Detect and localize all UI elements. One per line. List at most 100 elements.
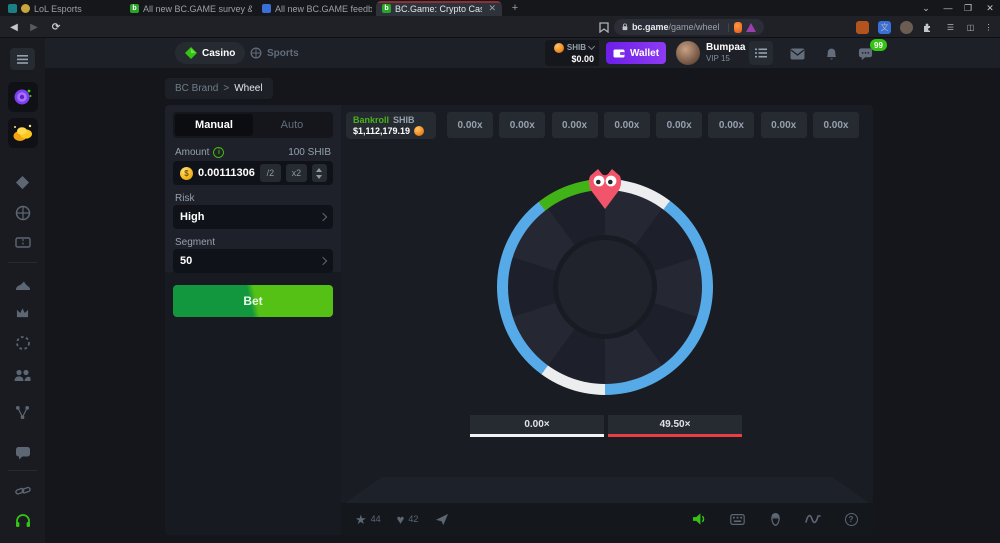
multiplier-chip[interactable]: 0.00x [552,112,598,138]
sidebar-item-support[interactable] [14,512,31,529]
extension-icon-2[interactable] [900,21,913,34]
info-icon[interactable]: i [213,147,224,158]
segment-select[interactable]: 50 [173,249,333,273]
ticket-icon [15,236,31,249]
help-button[interactable]: ? [843,511,859,527]
sidebar-item-referral[interactable] [14,404,31,421]
breadcrumb[interactable]: BC Brand > Wheel [165,78,273,99]
browser-tab-lol-esports[interactable]: LoL Esports [2,1,120,16]
sidebar-coin-drop-button[interactable] [8,118,38,148]
amount-stepper[interactable] [312,164,327,182]
reload-icon[interactable]: ⟳ [48,19,64,35]
breadcrumb-section[interactable]: BC Brand [175,83,218,94]
likes-stat[interactable]: ♥ 42 [397,513,419,526]
hotkeys-button[interactable] [729,511,745,527]
amount-input[interactable]: 0.00111306 [198,167,255,179]
heart-icon[interactable]: ♥ [397,513,405,526]
multiplier-chip[interactable]: 0.00x [761,112,807,138]
users-icon [14,368,31,382]
window-menu-icon[interactable]: ⌄ [916,0,936,16]
multiplier-chip[interactable]: 0.00x [604,112,650,138]
divider: | [727,22,729,32]
window-minimize-button[interactable]: — [938,0,958,16]
multiplier-chip[interactable]: 0.00x [447,112,493,138]
inbox-button[interactable] [789,45,806,62]
chevron-down-icon [588,43,595,50]
back-icon[interactable]: ◀ [6,19,22,35]
multiplier-chip[interactable]: 0.00x [656,112,702,138]
live-stats-button[interactable] [805,511,821,527]
game-footer: ★ 44 ♥ 42 [341,503,873,535]
bankroll-label: Bankroll [353,115,389,125]
reading-list-icon[interactable]: ☰ [944,21,957,34]
window-close-button[interactable]: ✕ [980,0,1000,16]
manual-mode-tab[interactable]: Manual [175,114,253,136]
sidebar-item-lottery[interactable] [14,234,31,251]
new-tab-button[interactable]: + [508,0,522,16]
sidebar-item-vip-club[interactable] [14,304,31,321]
browser-tab-bcgame-active[interactable]: b BC.Game: Crypto Casino Games & ✕ [376,1,502,16]
rank-list-icon [755,48,767,58]
tab-title: All new BC.GAME survey & feedback [143,4,252,14]
result-low: 0.00× [470,415,604,437]
main-content: BC Brand > Wheel Manual Auto Amount i 10… [45,68,1000,543]
address-bar[interactable]: bc.game /game/wheel | [614,19,764,35]
seed-button[interactable] [767,511,783,527]
sidebar-item-bonus[interactable] [14,334,31,351]
sidebar-promo-spin-button[interactable] [8,82,38,112]
multiplier-chip[interactable]: 0.00x [813,112,859,138]
step-up-icon[interactable] [316,168,322,172]
currency-selector[interactable]: SHIB $0.00 [545,40,599,66]
adblock-extension-icon[interactable] [734,22,742,33]
user-avatar[interactable] [676,41,700,65]
sidebar-item-racing[interactable] [14,276,31,293]
browser-menu-icon[interactable]: ⋮ [982,21,995,34]
likes-count: 42 [408,514,418,524]
stage-platform [345,477,869,503]
bookmark-icon[interactable] [596,19,612,35]
extensions-puzzle-icon[interactable] [922,21,935,34]
tab-close-icon[interactable]: ✕ [488,3,496,14]
user-info[interactable]: Bumpaa VIP 15 [706,42,745,63]
screen: LoL Esports b All new BC.GAME survey & f… [0,0,1000,543]
tab-sports[interactable]: Sports [240,42,309,64]
sidebar-item-casino[interactable] [14,174,31,191]
risk-select[interactable]: High [173,205,333,229]
ranking-button[interactable] [749,41,773,65]
sidebar-item-affiliate[interactable] [14,366,31,383]
sidebar-item-forum[interactable] [14,444,31,461]
share-button[interactable] [434,511,450,527]
bell-icon [825,47,838,61]
extension-icon-1[interactable] [856,21,869,34]
browser-tab-survey[interactable]: b All new BC.GAME survey & feedback [124,1,252,16]
notifications-button[interactable] [823,45,840,62]
double-bet-button[interactable]: x2 [286,164,307,182]
diamond-icon [15,175,30,190]
multiplier-chip[interactable]: 0.00x [499,112,545,138]
favorites-stat[interactable]: ★ 44 [355,513,381,526]
browser-tab-feedback[interactable]: All new BC.GAME feedback [256,1,372,16]
sports-ball-icon [250,47,262,59]
forward-icon[interactable]: ▶ [26,19,42,35]
sidebar-item-sports[interactable] [14,204,31,221]
chat-button[interactable]: 99 [857,45,874,62]
wallet-button[interactable]: Wallet [606,42,666,64]
window-restore-button[interactable]: ❐ [958,0,978,16]
half-bet-button[interactable]: /2 [260,164,281,182]
browser-nav-bar: ◀ ▶ ⟳ bc.game /game/wheel | 文 ☰ ◫ ⋮ [0,16,1000,38]
star-icon[interactable]: ★ [355,513,367,526]
sidebar-item-links[interactable] [14,482,31,499]
tab-casino[interactable]: Casino [175,42,245,64]
multiplier-chip[interactable]: 0.00x [708,112,754,138]
auto-mode-tab[interactable]: Auto [253,114,331,136]
step-down-icon[interactable] [316,175,322,179]
breadcrumb-page: Wheel [234,83,262,94]
side-panel-icon[interactable]: ◫ [964,21,977,34]
game-stage: Bankroll SHIB $1,112,179.19 0.00x 0.00x … [341,105,873,535]
hamburger-icon [17,55,28,64]
sidebar-menu-button[interactable] [10,48,35,70]
translate-extension-icon[interactable]: 文 [878,21,891,34]
bet-button[interactable]: Bet [173,285,333,317]
sound-toggle[interactable] [691,511,707,527]
warning-extension-icon[interactable] [746,23,756,32]
